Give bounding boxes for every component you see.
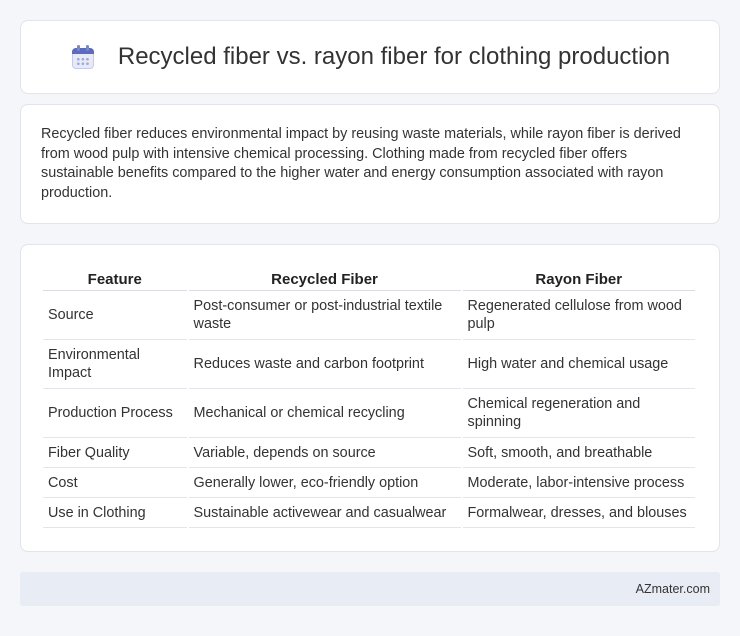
table-row: Production Process Mechanical or chemica…: [43, 389, 695, 438]
cell-feature: Environmental Impact: [43, 340, 187, 389]
description-text: Recycled fiber reduces environmental imp…: [41, 126, 681, 201]
table-row: Environmental Impact Reduces waste and c…: [43, 340, 695, 389]
title-wrap: Recycled fiber vs. rayon fiber for cloth…: [70, 43, 670, 71]
cell-rayon: Regenerated cellulose from wood pulp: [462, 291, 695, 340]
table-row: Cost Generally lower, eco-friendly optio…: [43, 468, 695, 498]
footer: AZmater.com: [20, 572, 720, 606]
cell-rayon: Soft, smooth, and breathable: [462, 438, 695, 468]
cell-feature: Use in Clothing: [43, 498, 187, 528]
header-feature: Feature: [43, 267, 187, 291]
cell-recycled: Generally lower, eco-friendly option: [188, 468, 461, 498]
comparison-table: Feature Recycled Fiber Rayon Fiber Sourc…: [41, 267, 697, 528]
cell-recycled: Reduces waste and carbon footprint: [188, 340, 461, 389]
cell-feature: Source: [43, 291, 187, 340]
header-recycled-fiber: Recycled Fiber: [188, 267, 461, 291]
table-row: Use in Clothing Sustainable activewear a…: [43, 498, 695, 528]
cell-recycled: Post-consumer or post-industrial textile…: [188, 291, 461, 340]
table-card: Feature Recycled Fiber Rayon Fiber Sourc…: [20, 244, 720, 552]
table-row: Source Post-consumer or post-industrial …: [43, 291, 695, 340]
page-title: Recycled fiber vs. rayon fiber for cloth…: [117, 43, 671, 70]
cell-rayon: Chemical regeneration and spinning: [462, 389, 695, 438]
cell-recycled: Mechanical or chemical recycling: [188, 389, 461, 438]
header-rayon-fiber: Rayon Fiber: [462, 267, 695, 291]
cell-recycled: Variable, depends on source: [188, 438, 461, 468]
cell-rayon: Moderate, labor-intensive process: [462, 468, 695, 498]
cell-rayon: High water and chemical usage: [462, 340, 695, 389]
cell-feature: Cost: [43, 468, 187, 498]
title-card: Recycled fiber vs. rayon fiber for cloth…: [20, 20, 720, 94]
cell-feature: Production Process: [43, 389, 187, 438]
cell-rayon: Formalwear, dresses, and blouses: [462, 498, 695, 528]
table-row: Fiber Quality Variable, depends on sourc…: [43, 438, 695, 468]
description-card: Recycled fiber reduces environmental imp…: [20, 104, 720, 224]
footer-site-link[interactable]: AZmater.com: [636, 582, 710, 596]
calendar-icon: [70, 44, 96, 70]
table-header-row: Feature Recycled Fiber Rayon Fiber: [43, 267, 695, 291]
cell-recycled: Sustainable activewear and casualwear: [188, 498, 461, 528]
cell-feature: Fiber Quality: [43, 438, 187, 468]
